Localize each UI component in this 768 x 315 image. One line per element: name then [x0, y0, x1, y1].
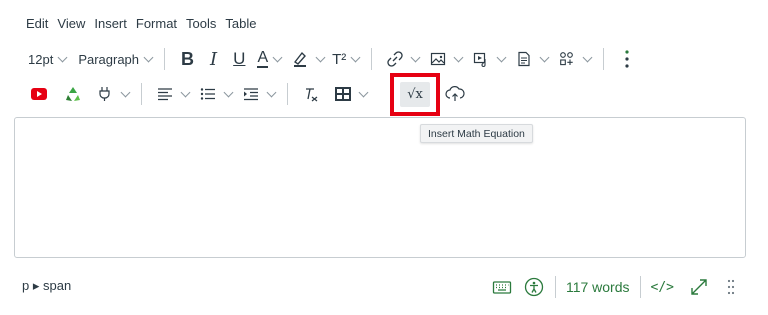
element-path[interactable]: p ▸ span	[22, 278, 71, 294]
highlight-box	[390, 73, 440, 116]
toolbar-divider	[141, 83, 142, 105]
italic-label: I	[210, 48, 218, 70]
chevron-down-icon	[496, 52, 507, 62]
html-editor-toggle[interactable]: </>	[651, 280, 674, 295]
highlighter-icon	[289, 48, 311, 70]
table-icon	[332, 83, 354, 105]
apps-plus-icon	[556, 48, 578, 70]
superscript-label: T²	[332, 50, 347, 68]
block-format-dropdown[interactable]: Paragraph	[74, 45, 156, 73]
superscript-button[interactable]: T²	[328, 45, 363, 73]
link-icon	[384, 48, 406, 70]
font-size-value: 12pt	[28, 51, 54, 67]
chevron-down-icon	[180, 87, 191, 97]
text-color-label: A	[257, 49, 269, 68]
underline-label: U	[233, 49, 246, 68]
bullet-list-icon	[197, 83, 219, 105]
accessibility-icon[interactable]	[523, 276, 545, 298]
chevron-down-icon	[358, 87, 369, 97]
youtube-icon	[28, 83, 50, 105]
chevron-down-icon	[410, 52, 421, 62]
clear-formatting-icon	[300, 83, 322, 105]
document-button[interactable]	[509, 45, 552, 73]
menu-view[interactable]: View	[57, 16, 85, 31]
indent-button[interactable]	[236, 80, 279, 108]
chevron-down-icon	[315, 52, 326, 62]
toolbar-divider	[287, 83, 288, 105]
chevron-down-icon	[272, 52, 283, 62]
editor-area[interactable]	[14, 117, 746, 258]
status-bar: p ▸ span 117 words </>	[0, 270, 768, 304]
menu-format[interactable]: Format	[136, 16, 177, 31]
font-size-dropdown[interactable]: 12pt	[24, 45, 70, 73]
bold-button[interactable]: B	[173, 45, 202, 73]
chevron-down-icon	[143, 52, 154, 62]
more-options-button[interactable]	[612, 45, 642, 73]
chevron-down-icon	[453, 52, 464, 62]
more-vertical-icon	[616, 48, 638, 70]
media-button[interactable]	[466, 45, 509, 73]
chevron-down-icon	[582, 52, 593, 62]
chevron-down-icon	[350, 52, 361, 62]
clear-formatting-button[interactable]	[296, 80, 326, 108]
word-count[interactable]: 117 words	[566, 279, 630, 295]
menu-tools[interactable]: Tools	[186, 16, 216, 31]
block-format-value: Paragraph	[78, 51, 140, 67]
chevron-down-icon	[57, 52, 68, 62]
apps-button[interactable]	[552, 45, 595, 73]
underline-button[interactable]: U	[225, 45, 253, 73]
status-right: 117 words </>	[491, 274, 742, 300]
highlight-color-button[interactable]	[285, 45, 328, 73]
menu-table[interactable]: Table	[225, 16, 256, 31]
keyboard-icon[interactable]	[491, 276, 513, 298]
image-icon	[427, 48, 449, 70]
recycle-app-button[interactable]	[58, 80, 88, 108]
bold-label: B	[181, 48, 195, 69]
youtube-button[interactable]	[24, 80, 54, 108]
menu-edit[interactable]: Edit	[26, 16, 48, 31]
recycle-icon	[62, 83, 84, 105]
tooltip-text: Insert Math Equation	[428, 127, 525, 140]
chevron-down-icon	[120, 87, 131, 97]
resize-handle-icon[interactable]	[720, 276, 742, 298]
link-button[interactable]	[380, 45, 423, 73]
toolbar-divider	[164, 48, 166, 70]
cloud-icon	[444, 83, 466, 105]
plugin-button[interactable]	[90, 80, 133, 108]
align-button[interactable]	[150, 80, 193, 108]
italic-button[interactable]: I	[202, 45, 225, 73]
align-left-icon	[154, 83, 176, 105]
status-divider	[639, 276, 641, 298]
toolbar-row-2	[24, 78, 371, 110]
list-button[interactable]	[193, 80, 236, 108]
image-button[interactable]	[423, 45, 466, 73]
text-color-button[interactable]: A	[253, 45, 285, 73]
plug-icon	[94, 83, 116, 105]
tooltip: Insert Math Equation	[420, 124, 533, 143]
fullscreen-icon[interactable]	[688, 276, 710, 298]
status-divider	[554, 276, 556, 298]
media-icon	[470, 48, 492, 70]
chevron-down-icon	[223, 87, 234, 97]
toolbar-divider	[603, 48, 605, 70]
chevron-down-icon	[539, 52, 550, 62]
toolbar-row-1: 12pt Paragraph B I U A T²	[24, 43, 642, 75]
menu-bar: Edit View Insert Format Tools Table	[26, 14, 265, 32]
toolbar-divider	[371, 48, 373, 70]
document-icon	[513, 48, 535, 70]
chevron-down-icon	[266, 87, 277, 97]
indent-icon	[240, 83, 262, 105]
cloud-upload-button[interactable]	[440, 80, 470, 108]
menu-insert[interactable]: Insert	[94, 16, 127, 31]
table-button[interactable]	[328, 80, 371, 108]
